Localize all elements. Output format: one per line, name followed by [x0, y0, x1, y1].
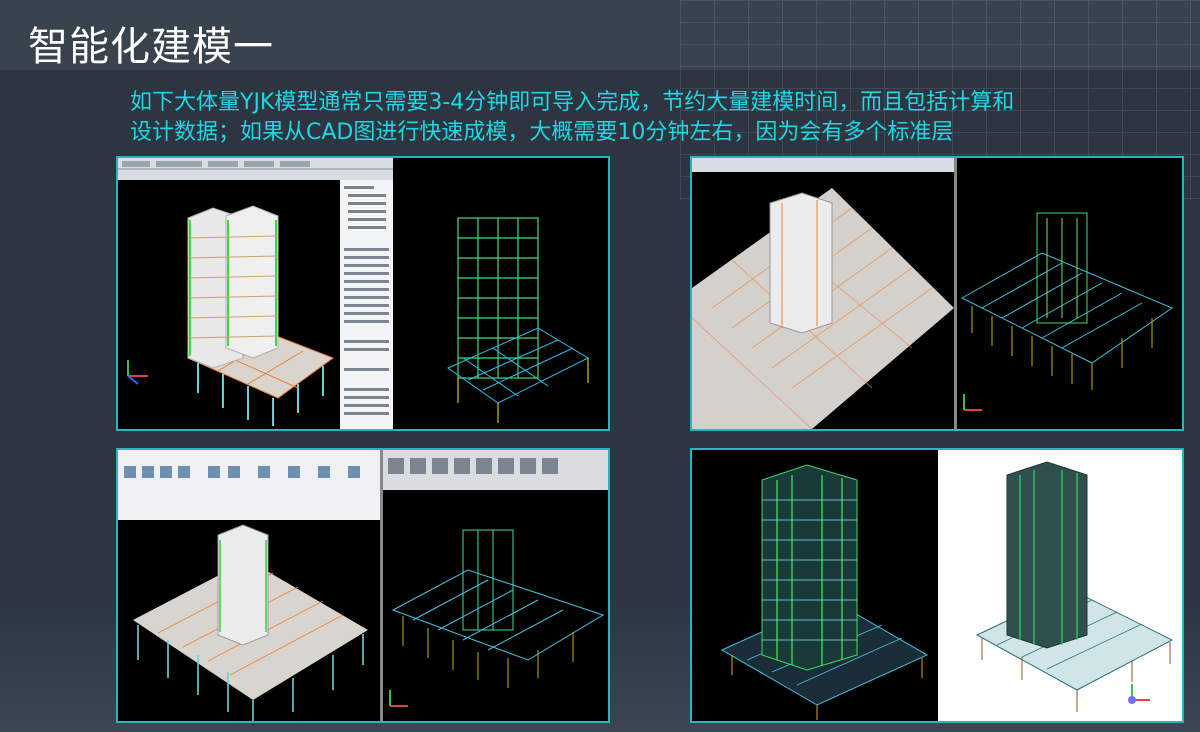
slide-description: 如下大体量YJK模型通常只需要3-4分钟即可导入完成，节约大量建模时间，而且包括…	[130, 88, 1180, 148]
description-line-2: 设计数据；如果从CAD图进行快速成模，大概需要10分钟左右，因为会有多个标准层	[130, 120, 954, 145]
model-image-4	[692, 450, 1182, 721]
ribbon-toolbar	[118, 450, 380, 520]
model-screenshot-3	[116, 448, 610, 723]
model-image-2	[692, 158, 1182, 429]
description-line-1: 如下大体量YJK模型通常只需要3-4分钟即可导入完成，节约大量建模时间，而且包括…	[130, 90, 1015, 115]
model-image-3	[118, 450, 608, 721]
model-screenshot-2	[690, 156, 1184, 431]
model-screenshot-4	[690, 448, 1184, 723]
model-screenshot-1	[116, 156, 610, 431]
model-image-1	[118, 158, 608, 429]
slide-title: 智能化建模一	[28, 24, 274, 70]
